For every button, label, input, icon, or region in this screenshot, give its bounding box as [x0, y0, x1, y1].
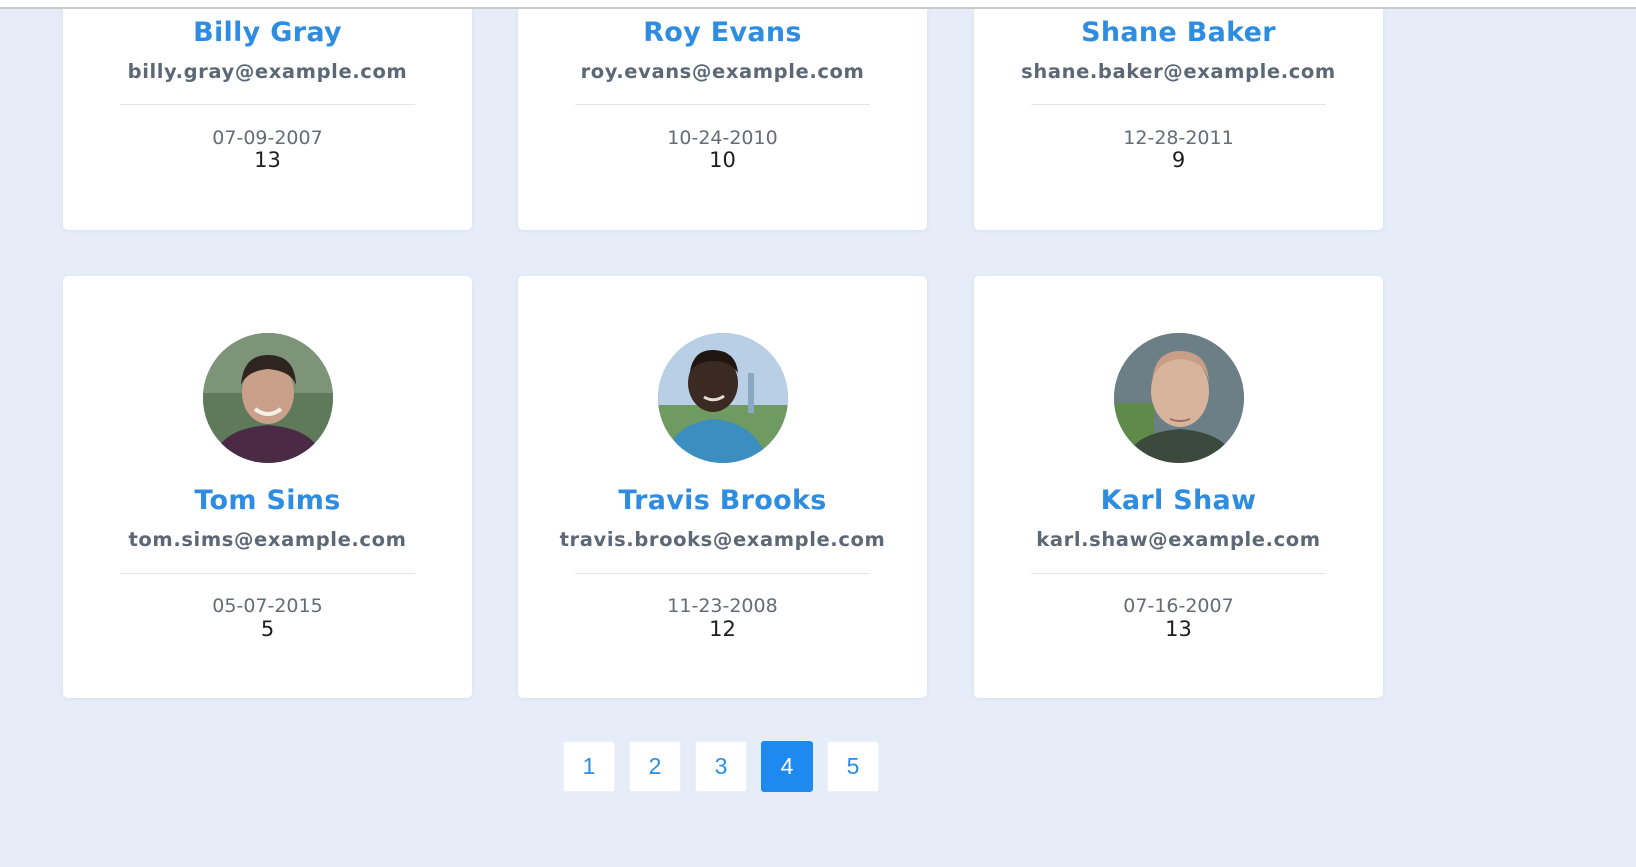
card-divider: [1031, 104, 1326, 105]
browser-top-edge: [0, 0, 1636, 9]
user-email: tom.sims@example.com: [128, 528, 407, 551]
user-avatar: [658, 333, 788, 463]
user-count: 9: [1171, 148, 1186, 172]
page-button-5[interactable]: 5: [827, 741, 879, 792]
page-button-2[interactable]: 2: [629, 741, 681, 792]
avatar-photo-tom: [203, 333, 333, 463]
user-name: Shane Baker: [1081, 17, 1276, 48]
user-count: 13: [1165, 617, 1192, 641]
user-name: Billy Gray: [193, 17, 342, 48]
user-avatar: [203, 333, 333, 463]
user-count: 5: [260, 617, 275, 641]
user-card[interactable]: Roy Evans roy.evans@example.com 10-24-20…: [518, 0, 927, 230]
card-divider: [120, 573, 415, 574]
user-count: 10: [709, 148, 736, 172]
user-date: 10-24-2010: [667, 127, 778, 149]
user-avatar: [1114, 333, 1244, 463]
user-email: karl.shaw@example.com: [1036, 528, 1321, 551]
pagination: 1 2 3 4 5: [563, 741, 879, 792]
user-count: 13: [254, 148, 281, 172]
user-email: travis.brooks@example.com: [559, 528, 886, 551]
user-count: 12: [709, 617, 736, 641]
user-card[interactable]: Billy Gray billy.gray@example.com 07-09-…: [63, 0, 472, 230]
card-divider: [575, 104, 870, 105]
page-button-4-active[interactable]: 4: [761, 741, 813, 792]
card-divider: [575, 573, 870, 574]
avatar-photo-karl: [1114, 333, 1244, 463]
avatar-photo-travis: [658, 333, 788, 463]
user-name: Karl Shaw: [1100, 485, 1257, 516]
user-name: Roy Evans: [643, 17, 802, 48]
user-date: 05-07-2015: [212, 595, 323, 617]
user-card[interactable]: Travis Brooks travis.brooks@example.com …: [518, 276, 927, 698]
user-card[interactable]: Karl Shaw karl.shaw@example.com 07-16-20…: [974, 276, 1383, 698]
card-divider: [1031, 573, 1326, 574]
page-button-3[interactable]: 3: [695, 741, 747, 792]
user-email: billy.gray@example.com: [127, 60, 408, 83]
user-name: Tom Sims: [194, 485, 341, 516]
user-date: 07-09-2007: [212, 127, 323, 149]
user-card[interactable]: Shane Baker shane.baker@example.com 12-2…: [974, 0, 1383, 230]
user-date: 12-28-2011: [1123, 127, 1234, 149]
user-card[interactable]: Tom Sims tom.sims@example.com 05-07-2015…: [63, 276, 472, 698]
user-date: 07-16-2007: [1123, 595, 1234, 617]
page-button-1[interactable]: 1: [563, 741, 615, 792]
user-name: Travis Brooks: [618, 485, 827, 516]
user-email: roy.evans@example.com: [580, 60, 865, 83]
user-email: shane.baker@example.com: [1021, 60, 1336, 83]
card-divider: [120, 104, 415, 105]
user-date: 11-23-2008: [667, 595, 778, 617]
